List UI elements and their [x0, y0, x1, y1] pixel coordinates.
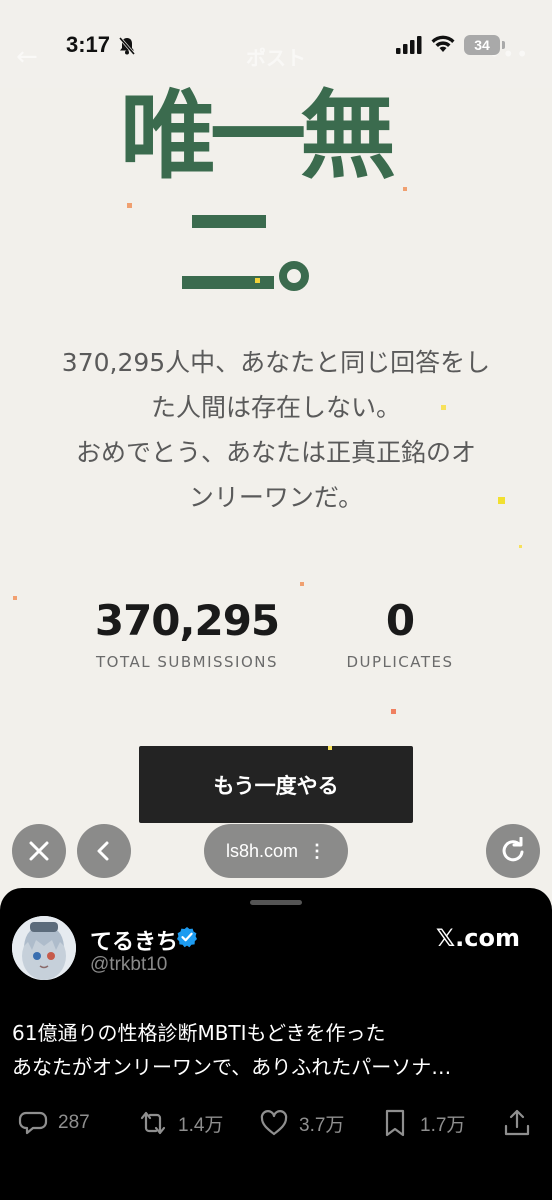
result-headline: 唯一無	[120, 80, 396, 192]
signal-icon	[396, 36, 422, 54]
message-line: 370,295人中、あなたと同じ回答をし	[61, 348, 491, 377]
confetti-piece	[441, 405, 446, 410]
headline-period-mark	[279, 261, 309, 291]
message-line: おめでとう、あなたは正真正銘のオ	[75, 438, 476, 467]
retry-button[interactable]: もう一度やる	[139, 746, 413, 823]
confetti-piece	[519, 545, 522, 548]
like-count: 3.7万	[299, 1114, 345, 1136]
result-message: 370,295人中、あなたと同じ回答をし た人間は存在しない。 おめでとう、あな…	[30, 340, 522, 520]
reply-icon	[18, 1111, 48, 1135]
url-pill[interactable]: ls8h.com ⋮	[204, 824, 348, 878]
browser-back-button[interactable]	[77, 824, 131, 878]
reply-button[interactable]: 287	[18, 1106, 90, 1140]
reload-button[interactable]	[486, 824, 540, 878]
headline-glyph-lower-bar	[182, 276, 274, 289]
chevron-left-icon	[97, 841, 109, 861]
share-icon	[504, 1109, 530, 1136]
author-name[interactable]: てるきち	[90, 924, 178, 956]
share-button[interactable]	[502, 1106, 532, 1140]
headline-glyph-upper-bar	[192, 215, 266, 228]
message-line: た人間は存在しない。	[150, 393, 401, 422]
confetti-piece	[127, 203, 132, 208]
stat-total-submissions: 370,295 TOTAL SUBMISSIONS	[80, 596, 294, 671]
like-icon	[260, 1110, 288, 1136]
repost-count: 1.4万	[178, 1114, 224, 1136]
reload-icon	[502, 837, 524, 862]
confetti-piece	[403, 187, 407, 191]
stat-label: DUPLICATES	[346, 653, 454, 671]
author-handle[interactable]: @trkbt10	[90, 954, 167, 976]
url-text: ls8h.com	[225, 840, 299, 861]
wifi-icon	[431, 35, 455, 52]
close-icon	[29, 841, 49, 861]
clock: 3:17	[66, 32, 111, 57]
confetti-piece	[328, 746, 332, 750]
avatar[interactable]	[12, 916, 76, 980]
repost-button[interactable]: 1.4万	[138, 1106, 223, 1140]
confetti-piece	[13, 596, 17, 600]
more-vertical-icon[interactable]: ⋮	[308, 841, 326, 862]
battery-indicator: 34	[464, 35, 505, 55]
stat-duplicates: 0 DUPLICATES	[330, 596, 470, 671]
x-logo[interactable]: 𝕏.com	[436, 924, 520, 952]
confetti-piece	[255, 278, 260, 283]
stat-number: 0	[385, 596, 415, 645]
bell-slash-icon	[118, 37, 136, 55]
avatar-illustration	[12, 916, 76, 980]
verified-badge-icon	[177, 927, 197, 948]
message-line: ンリーワンだ。	[188, 483, 364, 512]
bookmark-button[interactable]: 1.7万	[380, 1106, 465, 1140]
confetti-piece	[498, 497, 505, 504]
bookmark-icon	[385, 1109, 405, 1137]
post-text[interactable]: 61億通りの性格診断MBTIもどきを作った あなたがオンリーワンで、ありふれたパ…	[12, 1016, 532, 1084]
confetti-piece	[300, 582, 304, 586]
post-text-line: 61億通りの性格診断MBTIもどきを作った	[12, 1021, 386, 1045]
stat-label: TOTAL SUBMISSIONS	[95, 653, 279, 671]
close-browser-button[interactable]	[12, 824, 66, 878]
post-text-line: あなたがオンリーワンで、ありふれたパーソナ…	[12, 1055, 452, 1079]
reply-count: 287	[58, 1112, 90, 1133]
status-bar: ← ポスト ••• 3:17 34	[0, 0, 552, 88]
like-button[interactable]: 3.7万	[259, 1106, 344, 1140]
sheet-grabber[interactable]	[250, 900, 302, 905]
bookmark-count: 1.7万	[420, 1114, 466, 1136]
post-sheet: てるきち @trkbt10 𝕏.com 61億通りの性格診断MBTIもどきを作っ…	[0, 888, 552, 1200]
confetti-piece	[391, 709, 396, 714]
repost-icon	[140, 1111, 166, 1135]
stat-number: 370,295	[94, 596, 280, 645]
